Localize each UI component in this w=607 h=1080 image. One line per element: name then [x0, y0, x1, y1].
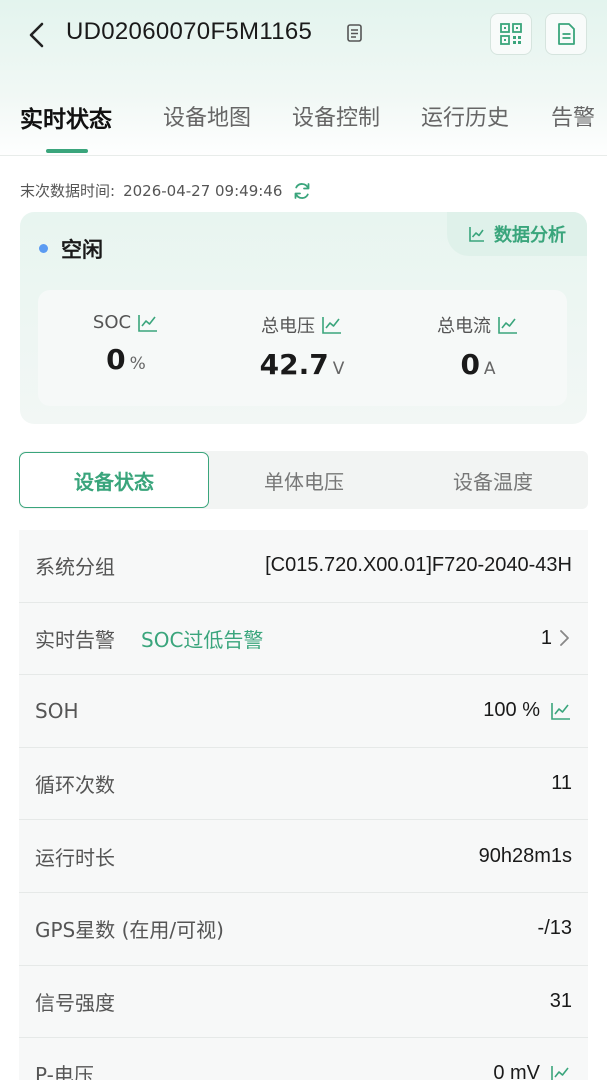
qr-code-button[interactable]: [490, 13, 532, 55]
p-voltage-value: 0 mV: [493, 1062, 540, 1080]
copy-icon[interactable]: [344, 22, 366, 44]
device-title: UD02060070F5M1165: [66, 18, 313, 45]
metric-current-value: 0: [460, 348, 480, 381]
metric-current-label-wrap: 总电流: [437, 312, 519, 338]
metric-soc-value: 0: [106, 343, 126, 376]
row-p-voltage: P-电压 0 mV: [19, 1038, 588, 1080]
metric-soc: SOC 0%: [38, 312, 214, 376]
chevron-left-icon: [29, 22, 44, 48]
row-run-duration: 运行时长 90h28m1s: [19, 820, 588, 893]
tab-run-history[interactable]: 运行历史: [421, 100, 509, 132]
soh-value: 100 %: [483, 699, 540, 722]
row-value: 31: [549, 989, 572, 1012]
back-button[interactable]: [22, 20, 52, 50]
segment-device-status[interactable]: 设备状态: [19, 452, 209, 508]
segment-device-temperature[interactable]: 设备温度: [398, 451, 588, 509]
metric-total-voltage: 总电压 42.7 V: [214, 312, 390, 381]
trend-chart-icon[interactable]: [497, 315, 519, 335]
document-button[interactable]: [545, 13, 587, 55]
trend-chart-icon[interactable]: [550, 701, 572, 721]
tab-device-control[interactable]: 设备控制: [292, 100, 380, 132]
last-data-value: 2026-04-27 09:49:46: [123, 181, 283, 200]
row-value-wrap: 100 %: [483, 699, 572, 722]
row-value: [C015.720.X00.01]F720-2040-43H: [265, 554, 572, 577]
active-tab-indicator: [46, 149, 88, 153]
metric-voltage-label-wrap: 总电压: [261, 312, 343, 338]
row-cycle-count: 循环次数 11: [19, 747, 588, 821]
metric-soc-label-wrap: SOC: [93, 312, 159, 333]
row-label: 系统分组: [35, 555, 115, 580]
metrics-panel: SOC 0% 总电压 42.7 V 总电流 0 A: [38, 290, 567, 406]
chevron-right-icon: [560, 630, 569, 647]
row-label: 实时告警: [35, 627, 115, 652]
metric-soc-value-wrap: 0%: [38, 343, 214, 376]
metric-voltage-value: 42.7: [259, 348, 329, 381]
document-icon: [558, 23, 575, 45]
device-status: 空闲: [61, 238, 103, 262]
row-label: 信号强度: [35, 990, 115, 1015]
qr-code-icon: [500, 23, 522, 45]
row-value-wrap: 1: [541, 627, 572, 650]
row-value-wrap: 0 mV: [493, 1062, 572, 1080]
refresh-icon[interactable]: [292, 181, 312, 201]
metric-total-current: 总电流 0A: [390, 312, 566, 381]
alarm-count: 1: [540, 626, 552, 649]
metric-current-value-wrap: 0A: [390, 348, 566, 381]
detail-segmented-control: 设备状态 单体电压 设备温度: [19, 451, 588, 509]
metric-current-label: 总电流: [437, 316, 491, 337]
data-analysis-label: 数据分析: [494, 225, 566, 246]
tab-realtime-status[interactable]: 实时状态: [20, 100, 112, 134]
row-value: -/13: [537, 917, 572, 940]
metric-voltage-value-wrap: 42.7 V: [214, 348, 390, 381]
trend-chart-icon[interactable]: [550, 1064, 572, 1080]
metric-current-unit: A: [483, 359, 496, 379]
trend-chart-icon[interactable]: [321, 315, 343, 335]
row-label: GPS星数 (在用/可视): [35, 918, 224, 943]
metric-voltage-label: 总电压: [261, 316, 315, 337]
segment-cell-voltage[interactable]: 单体电压: [209, 451, 399, 509]
last-data-label: 末次数据时间:: [20, 182, 116, 200]
status-card: 空闲 数据分析 SOC 0% 总电压 42.7 V 总电流 0 A: [20, 212, 587, 424]
metric-voltage-unit: V: [332, 359, 345, 379]
main-tabs: 实时状态 设备地图 设备控制 运行历史 告警: [0, 92, 607, 152]
row-signal-strength: 信号强度 31: [19, 965, 588, 1039]
row-label: 运行时长: [35, 845, 115, 870]
data-analysis-button[interactable]: 数据分析: [447, 212, 587, 256]
row-label: SOH: [35, 698, 79, 723]
tab-alarms[interactable]: 告警: [551, 100, 595, 132]
chart-line-icon: [469, 227, 484, 242]
tabs-divider: [0, 155, 607, 156]
metric-soc-unit: %: [129, 354, 146, 374]
tab-device-map[interactable]: 设备地图: [163, 100, 251, 132]
alarm-name: SOC过低告警: [141, 627, 264, 652]
row-label: 循环次数: [35, 773, 115, 798]
row-value: 90h28m1s: [478, 844, 572, 867]
row-label: P-电压: [35, 1063, 94, 1080]
row-realtime-alarm[interactable]: 实时告警 SOC过低告警 1: [19, 602, 588, 676]
device-status-list: 系统分组 [C015.720.X00.01]F720-2040-43H 实时告警…: [19, 530, 588, 1080]
app-header: UD02060070F5M1165: [0, 0, 607, 72]
row-gps-satellites: GPS星数 (在用/可视) -/13: [19, 892, 588, 966]
last-data-time: 末次数据时间: 2026-04-27 09:49:46: [20, 180, 312, 201]
row-value: 11: [551, 772, 572, 795]
trend-chart-icon[interactable]: [137, 313, 159, 333]
row-system-group: 系统分组 [C015.720.X00.01]F720-2040-43H: [19, 530, 588, 603]
metric-soc-label: SOC: [92, 312, 132, 333]
status-dot: [39, 244, 48, 253]
row-soh: SOH 100 %: [19, 675, 588, 748]
